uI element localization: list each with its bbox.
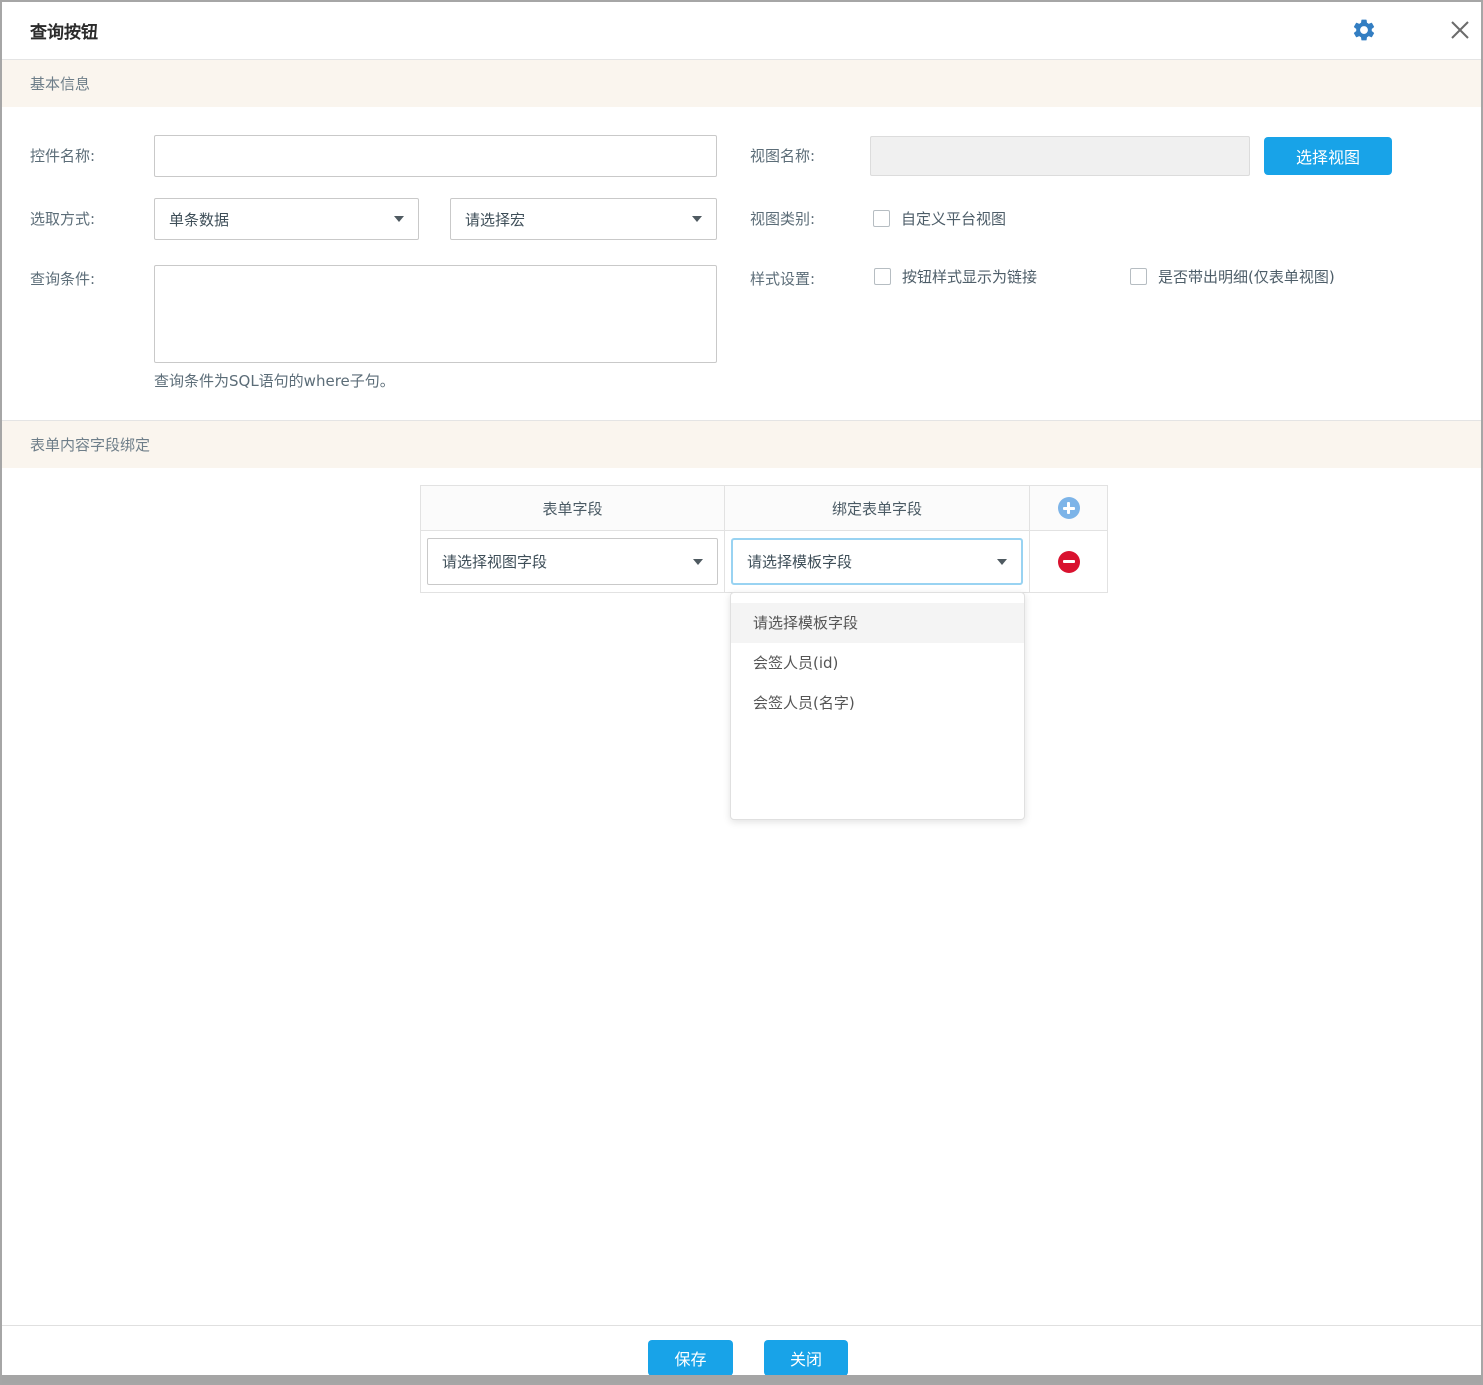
minus-circle-icon[interactable] [1058, 551, 1080, 573]
pick-mode-value: 单条数据 [169, 209, 229, 230]
macro-select-value: 请选择宏 [465, 209, 525, 230]
macro-select[interactable]: 请选择宏 [450, 198, 717, 240]
section-field-binding: 表单内容字段绑定 [2, 420, 1481, 468]
style-settings-label: 样式设置: [750, 267, 815, 291]
custom-platform-view-label: 自定义平台视图 [901, 198, 1006, 240]
column-header-form-field: 表单字段 [421, 486, 725, 531]
binding-table: 表单字段 绑定表单字段 请选择视图字段 请选择模板字段 [420, 485, 1108, 593]
button-as-link-checkbox[interactable] [874, 268, 891, 285]
query-condition-label: 查询条件: [30, 267, 95, 291]
bring-detail-label: 是否带出明细(仅表单视图) [1158, 267, 1335, 287]
pick-mode-select[interactable]: 单条数据 [154, 198, 419, 240]
template-field-select-value: 请选择模板字段 [747, 551, 852, 572]
gear-icon[interactable] [1351, 17, 1377, 43]
dropdown-option[interactable]: 会签人员(id) [731, 643, 1024, 683]
dropdown-option[interactable]: 请选择模板字段 [731, 603, 1024, 643]
save-button[interactable]: 保存 [648, 1340, 733, 1376]
column-header-bind-field: 绑定表单字段 [725, 486, 1030, 531]
view-category-label: 视图类别: [750, 198, 815, 240]
table-row-bind-field-cell: 请选择模板字段 [725, 531, 1030, 592]
close-button[interactable]: 关闭 [764, 1340, 848, 1376]
dropdown-option[interactable]: 会签人员(名字) [731, 683, 1024, 723]
template-field-select[interactable]: 请选择模板字段 [731, 538, 1023, 585]
remove-row-cell [1030, 531, 1107, 592]
section-field-binding-label: 表单内容字段绑定 [30, 421, 150, 469]
chevron-down-icon [692, 216, 702, 222]
dialog-title: 查询按钮 [30, 18, 98, 43]
section-basic-info-label: 基本信息 [30, 60, 90, 108]
query-button-dialog: 查询按钮 基本信息 控件名称: 视图名称: 选择视图 选取方式: 单条数据 请选… [0, 0, 1483, 1385]
chevron-down-icon [997, 559, 1007, 565]
section-basic-info: 基本信息 [2, 59, 1481, 107]
pick-mode-label: 选取方式: [30, 198, 95, 240]
plus-circle-icon[interactable] [1058, 497, 1080, 519]
table-row-form-field-cell: 请选择视图字段 [421, 531, 725, 592]
horizontal-scrollbar[interactable] [2, 1375, 1481, 1383]
chevron-down-icon [394, 216, 404, 222]
add-row-cell [1030, 486, 1107, 531]
button-as-link-label: 按钮样式显示为链接 [902, 267, 1037, 287]
view-name-label: 视图名称: [750, 135, 815, 177]
view-field-select-value: 请选择视图字段 [442, 551, 547, 572]
view-name-input [870, 136, 1250, 176]
bring-detail-checkbox[interactable] [1130, 268, 1147, 285]
chevron-down-icon [693, 559, 703, 565]
view-field-select[interactable]: 请选择视图字段 [427, 538, 718, 585]
footer-divider [2, 1325, 1481, 1326]
close-icon[interactable] [1449, 19, 1471, 41]
query-condition-hint: 查询条件为SQL语句的where子句。 [154, 370, 395, 391]
custom-platform-view-checkbox[interactable] [873, 210, 890, 227]
control-name-input[interactable] [154, 135, 717, 177]
query-condition-textarea[interactable] [154, 265, 717, 363]
control-name-label: 控件名称: [30, 135, 95, 177]
select-view-button[interactable]: 选择视图 [1264, 137, 1392, 175]
template-field-dropdown: 请选择模板字段 会签人员(id) 会签人员(名字) [730, 592, 1025, 820]
